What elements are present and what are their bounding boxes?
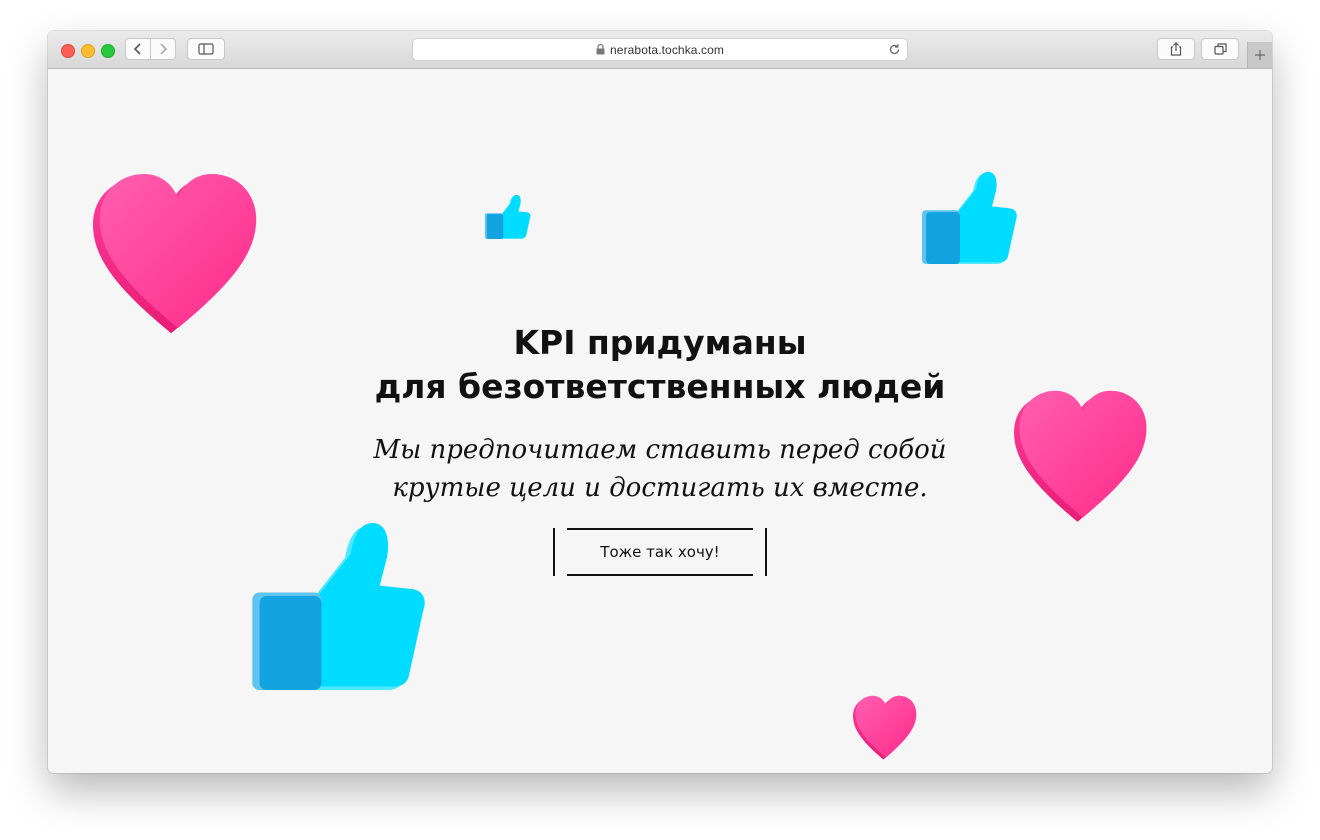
- page-title: KPI придуманы для безответственных людей: [310, 321, 1010, 409]
- thumbs-up-icon: [918, 168, 1018, 264]
- zoom-window-button[interactable]: [101, 44, 115, 58]
- page-title-line-2: для безответственных людей: [374, 367, 946, 406]
- plus-icon: [1255, 50, 1265, 60]
- heart-icon: [93, 167, 263, 342]
- lock-icon: [596, 44, 605, 55]
- page-title-line-1: KPI придуманы: [513, 323, 807, 362]
- address-bar[interactable]: nerabota.tochka.com: [412, 38, 908, 61]
- forward-button[interactable]: [150, 38, 176, 60]
- page-subtitle-line-2: крутые цели и достигать их вместе.: [392, 473, 928, 503]
- new-tab-button[interactable]: [1247, 42, 1272, 68]
- page-subtitle: Мы предпочитаем ставить перед собой крут…: [260, 431, 1060, 507]
- tabs-icon: [1213, 43, 1227, 55]
- landing-page: KPI придуманы для безответственных людей…: [48, 69, 1272, 773]
- sidebar-icon: [198, 43, 214, 55]
- reload-icon[interactable]: [888, 43, 901, 56]
- url-text: nerabota.tochka.com: [610, 42, 724, 57]
- page-subtitle-line-1: Мы предпочитаем ставить перед собой: [373, 435, 947, 465]
- forward-icon: [160, 43, 168, 55]
- thumbs-up-icon: [245, 516, 427, 690]
- share-icon: [1170, 42, 1182, 56]
- sidebar-button[interactable]: [187, 38, 225, 60]
- cta-button[interactable]: Тоже так хочу!: [553, 528, 767, 576]
- thumbs-up-icon: [483, 193, 531, 239]
- browser-window: nerabota.tochka.com KPI придуманы для бе…: [48, 31, 1272, 773]
- share-button[interactable]: [1157, 38, 1195, 60]
- heart-icon: [853, 693, 919, 763]
- browser-toolbar: nerabota.tochka.com: [48, 31, 1272, 69]
- back-icon: [133, 43, 141, 55]
- cta-button-label: Тоже так хочу!: [600, 543, 720, 561]
- minimize-window-button[interactable]: [81, 44, 95, 58]
- tabs-overview-button[interactable]: [1201, 38, 1239, 60]
- back-button[interactable]: [125, 38, 151, 60]
- close-window-button[interactable]: [61, 44, 75, 58]
